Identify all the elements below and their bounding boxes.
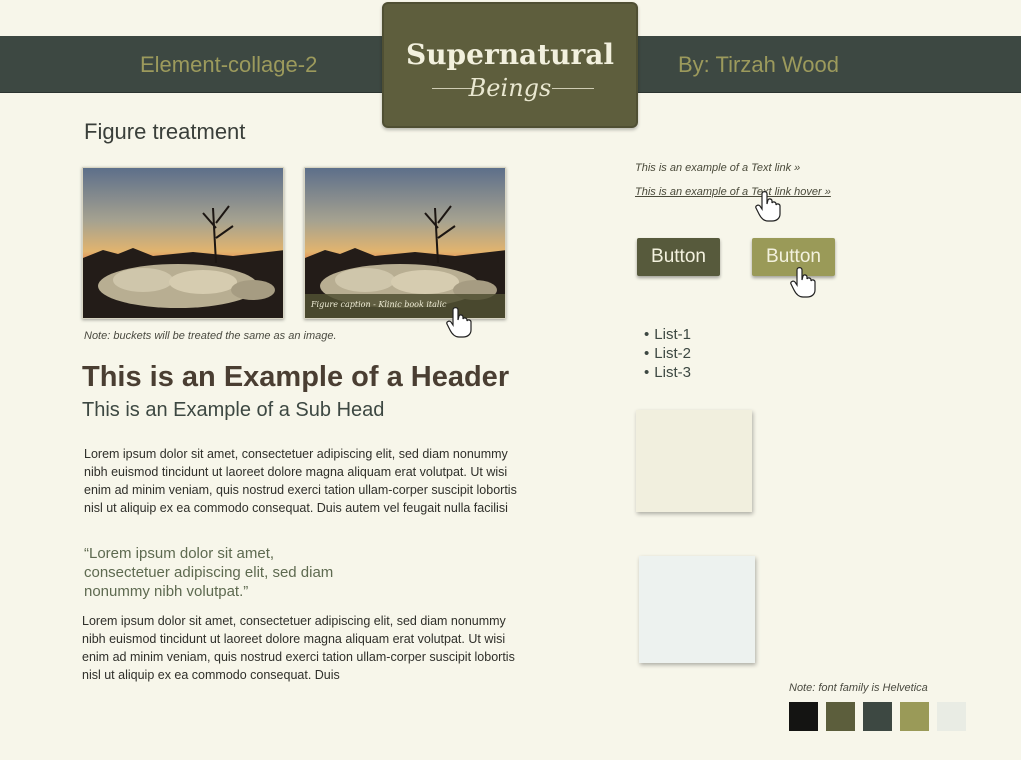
body-paragraph-1: Lorem ipsum dolor sit amet, consectetuer… xyxy=(84,447,517,515)
figure-image-hover[interactable]: Figure caption - Klinic book italic xyxy=(304,167,506,319)
logo-line-2: Beings xyxy=(468,74,552,102)
list-item: List-1 xyxy=(644,325,691,344)
figure-caption-bar: Figure caption - Klinic book italic xyxy=(305,294,505,318)
font-note: Note: font family is Helvetica xyxy=(789,682,928,694)
list-item: List-3 xyxy=(644,363,691,382)
hand-cursor-icon xyxy=(446,307,472,338)
hand-cursor-icon xyxy=(755,191,781,222)
figure-caption: Figure caption - Klinic book italic xyxy=(311,300,447,309)
figure-image[interactable] xyxy=(82,167,284,319)
example-header: This is an Example of a Header xyxy=(82,361,510,393)
author-credit: By: Tirzah Wood xyxy=(678,52,839,77)
color-swatch-light xyxy=(937,702,966,731)
text-link-hover[interactable]: This is an example of a Text link hover … xyxy=(635,186,831,198)
color-swatch-black xyxy=(789,702,818,731)
hand-cursor-icon xyxy=(790,267,816,298)
example-list: List-1 List-2 List-3 xyxy=(644,325,691,382)
site-logo[interactable]: Supernatural Beings xyxy=(382,2,638,128)
color-swatch-slate xyxy=(863,702,892,731)
color-swatch-olive-light xyxy=(900,702,929,731)
paper-texture-swatch xyxy=(636,410,752,512)
blue-texture-swatch xyxy=(639,556,755,663)
collage-title: Element-collage-2 xyxy=(140,52,318,77)
example-subhead: This is an Example of a Sub Head xyxy=(82,399,385,421)
body-paragraph-2: Lorem ipsum dolor sit amet, consectetuer… xyxy=(82,614,515,682)
color-swatch-olive-dark xyxy=(826,702,855,731)
example-button[interactable]: Button xyxy=(637,238,720,276)
figure-section-title: Figure treatment xyxy=(84,119,246,144)
logo-line-1: Supernatural xyxy=(405,38,615,71)
pull-quote: “Lorem ipsum dolor sit amet, consectetue… xyxy=(84,545,334,600)
list-item: List-2 xyxy=(644,344,691,363)
painting-image xyxy=(83,168,283,318)
color-palette xyxy=(789,702,966,731)
logo-rule-right xyxy=(552,88,594,89)
text-link[interactable]: This is an example of a Text link » xyxy=(635,162,800,174)
figure-note: Note: buckets will be treated the same a… xyxy=(84,330,337,342)
